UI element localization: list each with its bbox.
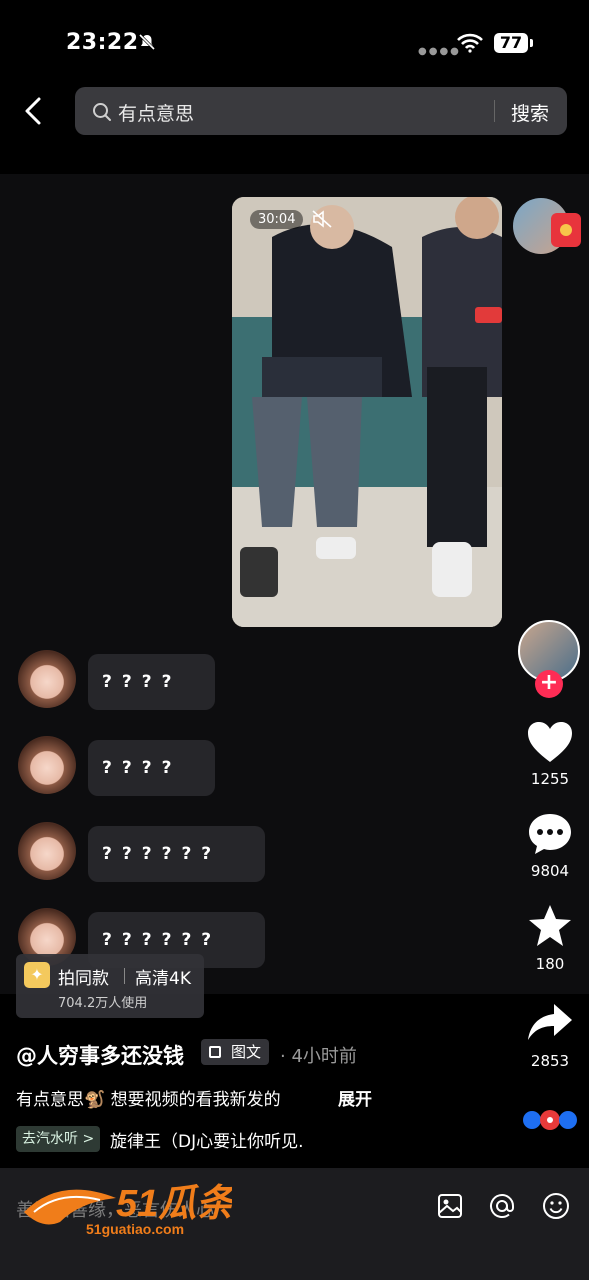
template-users: 704.2万人使用: [58, 996, 148, 1011]
post-time: · 4小时前: [280, 1046, 357, 1067]
battery-indicator: 77: [494, 33, 528, 53]
image-post-icon: [209, 1046, 221, 1058]
author-name[interactable]: @人穷事多还没钱: [16, 1040, 184, 1070]
template-divider: [124, 968, 125, 984]
template-quality[interactable]: 高清4K: [135, 964, 191, 989]
search-button[interactable]: 搜索: [511, 99, 549, 126]
svg-text:51guatiao.com: 51guatiao.com: [86, 1221, 184, 1237]
music-title[interactable]: 旋律王（DJ心要让你听见.: [110, 1127, 304, 1152]
star-icon[interactable]: [526, 904, 574, 948]
music-app-tag[interactable]: 去汽水听 >: [16, 1126, 101, 1152]
svg-text:51瓜条: 51瓜条: [116, 1183, 232, 1225]
message-bubble: ????: [88, 654, 215, 710]
battery-tip: [530, 39, 533, 47]
watermark-logo: 51瓜条 51guatiao.com: [24, 1183, 232, 1237]
video-scene: [232, 197, 502, 627]
comment-icon[interactable]: [526, 812, 574, 856]
template-label[interactable]: 拍同款: [58, 964, 109, 989]
video-preview[interactable]: [232, 197, 502, 627]
search-input[interactable]: 有点意思: [118, 99, 194, 126]
emoji-icon[interactable]: [542, 1192, 570, 1220]
red-packet-icon[interactable]: [551, 213, 581, 247]
wifi-icon: [457, 33, 483, 53]
favorite-count: 180: [535, 955, 565, 973]
follow-button[interactable]: +: [535, 670, 563, 698]
status-time: 23:22: [66, 30, 139, 55]
sparkle-icon: ✦: [24, 962, 50, 988]
at-icon[interactable]: [488, 1192, 516, 1220]
bell-muted-icon: [138, 33, 156, 51]
avatar[interactable]: [18, 736, 76, 794]
avatar[interactable]: [18, 822, 76, 880]
message-bubble: ????: [88, 740, 215, 796]
back-icon[interactable]: [20, 96, 48, 126]
search-icon: [93, 103, 111, 121]
expand-button[interactable]: 展开: [338, 1085, 372, 1110]
search-divider: [494, 100, 495, 122]
mute-icon[interactable]: [312, 210, 332, 228]
music-disc-icon[interactable]: [520, 1102, 580, 1138]
message-bubble: ??????: [88, 826, 265, 882]
comment-count: 9804: [530, 862, 570, 880]
share-count: 2853: [530, 1052, 570, 1070]
post-description: 有点意思🐒 想要视频的看我新发的: [16, 1090, 281, 1110]
signal-icon: ●●●●: [418, 46, 461, 57]
video-duration: 30:04: [250, 210, 304, 229]
share-icon[interactable]: [526, 1000, 574, 1044]
image-icon[interactable]: [436, 1192, 464, 1220]
avatar[interactable]: [18, 650, 76, 708]
like-count: 1255: [530, 770, 570, 788]
heart-icon[interactable]: [526, 720, 574, 764]
